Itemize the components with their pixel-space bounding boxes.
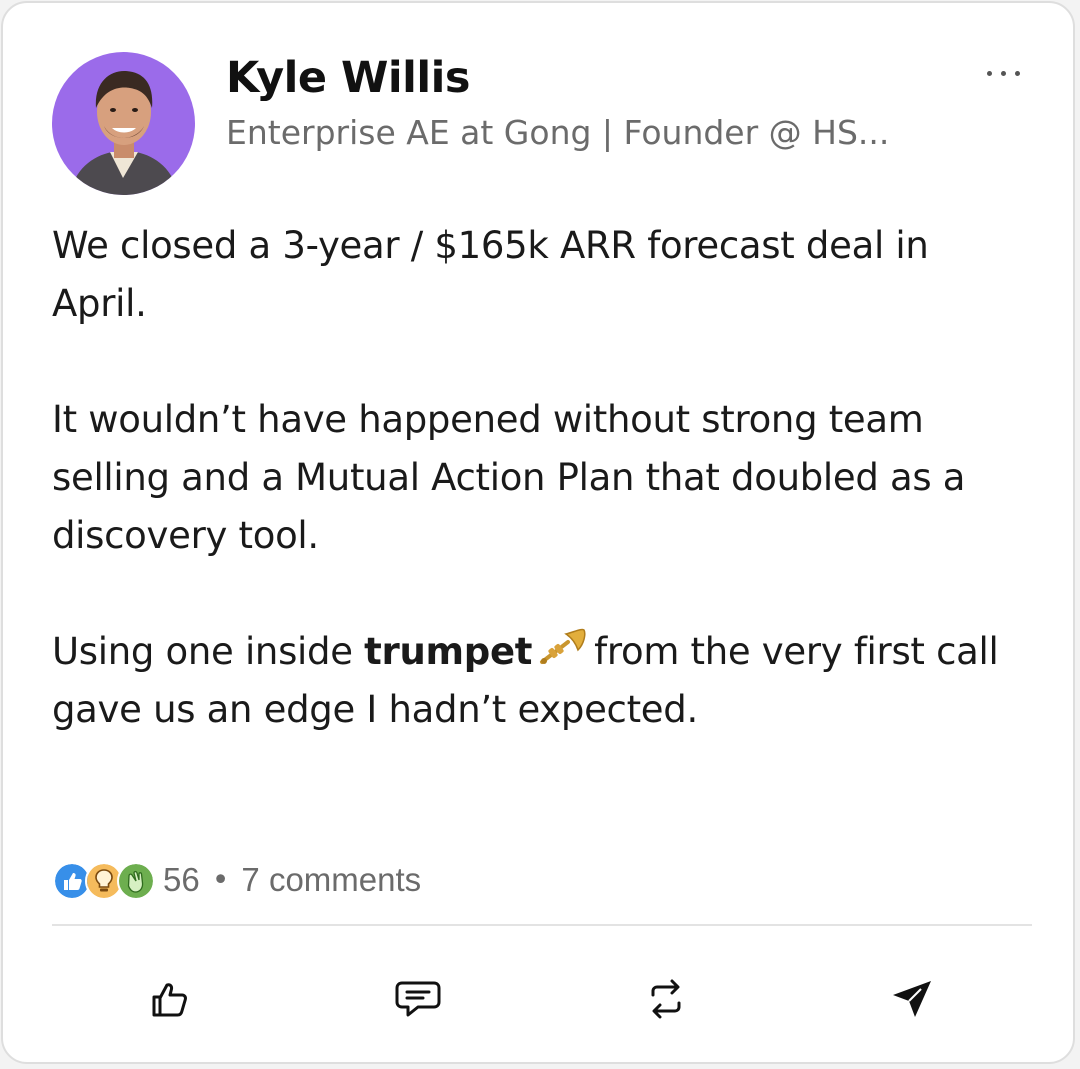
post-text: Using one inside <box>52 630 353 673</box>
author-headline: Enterprise AE at Gong | Founder @ HS... <box>226 113 890 152</box>
post-text: from the very first call <box>594 630 999 673</box>
comment-button[interactable] <box>378 963 458 1035</box>
more-dot <box>986 70 992 76</box>
celebrate-icon <box>117 862 155 900</box>
post-paragraph: We closed a 3-year / $165k ARR forecast … <box>52 217 1042 333</box>
post-line: selling and a Mutual Action Plan that do… <box>52 456 966 499</box>
post-card: Kyle Willis Enterprise AE at Gong | Foun… <box>1 1 1075 1064</box>
post-line: It wouldn’t have happened without strong… <box>52 398 924 441</box>
post-line: discovery tool. <box>52 514 319 557</box>
author-name[interactable]: Kyle Willis <box>226 53 470 103</box>
separator-dot: • <box>211 862 230 898</box>
reaction-icons[interactable] <box>53 860 155 900</box>
post-line: gave us an edge I hadn’t expected. <box>52 688 698 731</box>
trumpet-icon <box>540 628 586 664</box>
avatar[interactable] <box>52 52 195 195</box>
repost-icon <box>651 979 681 1019</box>
bold-keyword: trumpet <box>364 630 533 673</box>
post-paragraph: Using one inside trumpet from the very f… <box>52 623 1042 739</box>
send-button[interactable] <box>873 963 953 1035</box>
social-counts: 56 • 7 comments <box>53 857 421 903</box>
like-button[interactable] <box>130 963 210 1035</box>
post-line: We closed a 3-year / $165k ARR forecast … <box>52 224 929 267</box>
action-bar <box>52 963 1032 1035</box>
like-icon <box>152 983 187 1017</box>
more-dot <box>1000 70 1006 76</box>
post-paragraph: It wouldn’t have happened without strong… <box>52 391 1042 565</box>
more-dot <box>1014 70 1020 76</box>
reaction-count[interactable]: 56 <box>163 861 200 899</box>
post-line: Using one inside trumpet from the very f… <box>52 623 1042 681</box>
more-options-button[interactable] <box>973 55 1033 91</box>
repost-button[interactable] <box>626 963 706 1035</box>
comment-icon <box>395 981 441 1017</box>
send-icon <box>893 981 931 1017</box>
avatar-photo <box>52 52 195 195</box>
divider <box>52 924 1032 926</box>
post-body: We closed a 3-year / $165k ARR forecast … <box>52 217 1042 797</box>
comments-count[interactable]: 7 comments <box>241 861 421 899</box>
post-line: April. <box>52 282 147 325</box>
